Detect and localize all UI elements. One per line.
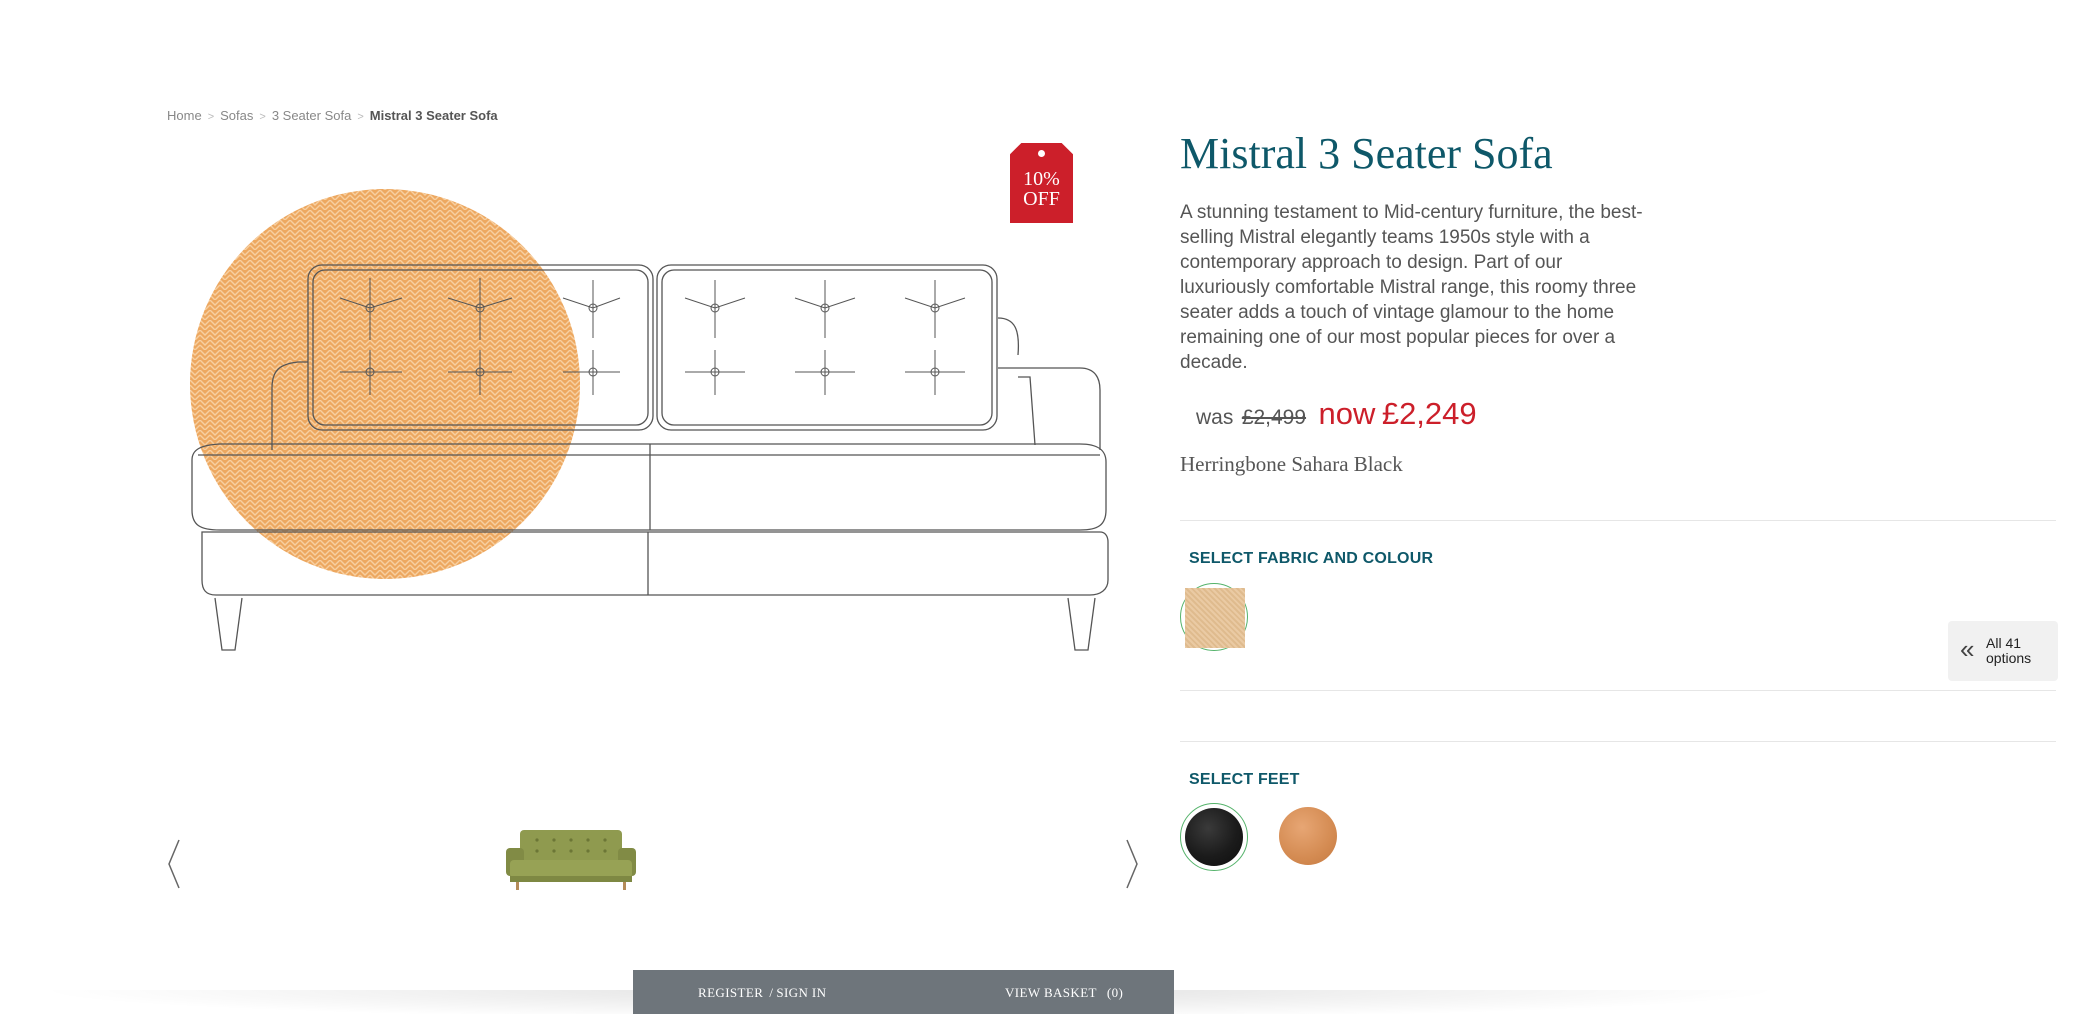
fabric-swatch-selected[interactable]	[1180, 583, 1248, 651]
black-feet-image	[1185, 808, 1243, 866]
chevron-left-icon	[168, 839, 180, 889]
tag-hole	[1038, 150, 1045, 157]
breadcrumb: Home > Sofas >3 Seater Sofa > Mistral 3 Seate…	[167, 108, 498, 123]
bottom-account-bar: REGISTER / SIGN IN VIEW BASKET (0)	[633, 970, 1174, 1014]
sofa-thumbnail-icon	[506, 830, 636, 890]
breadcrumb-home[interactable]: Home	[167, 108, 202, 123]
all-options-word: options	[1986, 650, 2032, 666]
fabric-section-label: SELECT FABRIC AND COLOUR	[1189, 550, 1434, 567]
breadcrumb-sofas[interactable]: Sofas	[220, 108, 253, 123]
thumbnail-green-sofa[interactable]	[502, 826, 640, 892]
divider	[1180, 690, 2056, 691]
was-price: £2,499	[1241, 406, 1307, 429]
chevron-right-icon	[1126, 839, 1138, 889]
register-sign-in: REGISTER / SIGN IN	[698, 985, 826, 1001]
all-options-button[interactable]: « All 41 options	[1948, 621, 2058, 681]
feet-swatch-oak[interactable]	[1275, 803, 1343, 871]
register-separator: /	[769, 985, 774, 1000]
product-image	[180, 180, 1120, 660]
fabric-swatch-image	[1185, 588, 1245, 648]
feet-section-label: SELECT FEET	[1189, 771, 1300, 788]
view-basket-label: VIEW BASKET	[1005, 985, 1097, 1000]
breadcrumb-separator: >	[207, 111, 215, 123]
view-basket-button[interactable]: VIEW BASKET (0)	[1005, 985, 1123, 1001]
price: was £2,499 now £2,249	[1196, 396, 1477, 432]
product-page: Home > Sofas >3 Seater Sofa > Mistral 3 Seate…	[0, 0, 2084, 1014]
sign-in-link[interactable]: SIGN IN	[776, 985, 826, 1000]
fabric-sample-circle	[190, 189, 580, 579]
sale-tag: 10% OFF	[1010, 143, 1073, 223]
oak-feet-image	[1279, 807, 1337, 865]
feet-swatch-black[interactable]	[1180, 803, 1248, 871]
all-options-count: All 41	[1986, 635, 2022, 651]
now-label: now	[1318, 396, 1376, 431]
sale-tag-percent: 10%	[1023, 168, 1060, 190]
double-chevron-left-icon: «	[1960, 634, 1975, 664]
product-description: A stunning testament to Mid-century furn…	[1180, 202, 1643, 373]
was-label: was	[1196, 406, 1234, 429]
sofa-drawing	[190, 189, 1109, 651]
breadcrumb-3-seater-sofa[interactable]: 3 Seater Sofa	[272, 108, 352, 123]
carousel-prev-button[interactable]	[164, 838, 184, 890]
divider	[1180, 520, 2056, 521]
register-link[interactable]: REGISTER	[698, 985, 763, 1000]
selected-fabric-name: Herringbone Sahara Black	[1180, 452, 1403, 476]
breadcrumb-separator: >	[259, 111, 266, 123]
breadcrumb-separator: >	[357, 111, 364, 123]
all-options-label: All 41 options	[1986, 636, 2056, 666]
divider	[1180, 741, 2056, 742]
sale-tag-off: OFF	[1023, 188, 1060, 210]
basket-count: (0)	[1106, 985, 1124, 1000]
now-price: £2,249	[1381, 396, 1477, 431]
carousel-next-button[interactable]	[1122, 838, 1142, 890]
product-title: Mistral 3 Seater Sofa	[1180, 129, 1553, 178]
breadcrumb-current: Mistral 3 Seater Sofa	[369, 108, 498, 123]
